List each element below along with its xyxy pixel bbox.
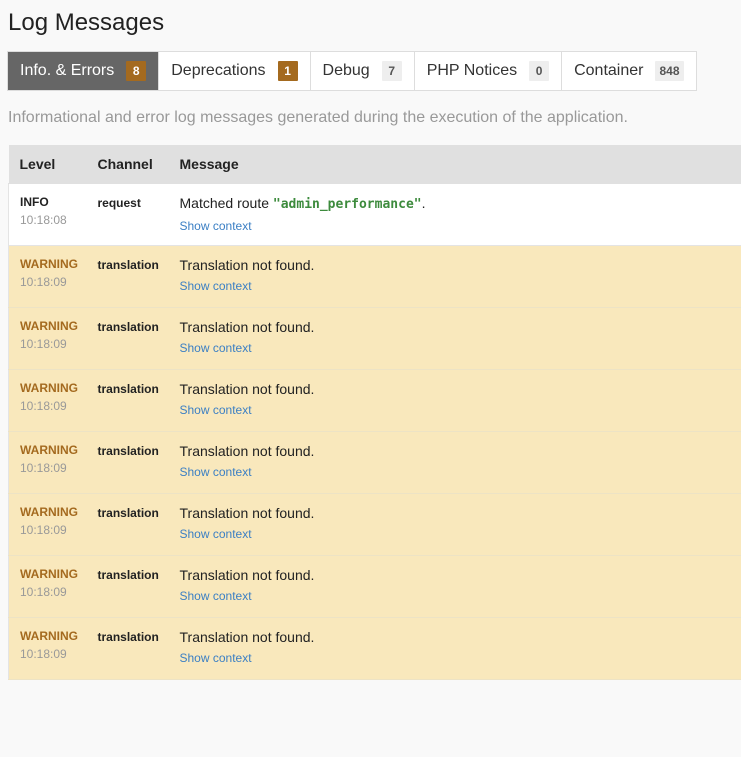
message-cell: Translation not found. Show context: [168, 307, 741, 370]
show-context-link[interactable]: Show context: [180, 526, 252, 542]
level-cell: INFO 10:18:08: [8, 183, 87, 246]
table-row: WARNING 10:18:09 translation Translation…: [8, 555, 741, 618]
table-row: INFO 10:18:08 request Matched route "adm…: [8, 183, 741, 246]
log-time: 10:18:09: [20, 460, 67, 475]
channel-cell: translation: [86, 245, 169, 308]
show-context-link[interactable]: Show context: [180, 218, 252, 234]
level-cell: WARNING 10:18:09: [8, 369, 87, 432]
page-title: Log Messages: [8, 9, 165, 36]
table-row: WARNING 10:18:09 translation Translation…: [8, 369, 741, 432]
route-name: "admin_performance": [272, 196, 422, 212]
message-cell: Translation not found. Show context: [168, 617, 741, 680]
log-time: 10:18:09: [20, 646, 67, 661]
tab-php-notices[interactable]: PHP Notices 0: [414, 52, 563, 90]
tab-info-errors[interactable]: Info. & Errors 8: [8, 52, 160, 90]
log-level: WARNING: [20, 318, 78, 333]
log-messages-table: Level Channel Message INFO 10:18:08 requ…: [8, 145, 741, 680]
column-header-message: Message: [168, 145, 741, 184]
log-message: Translation not found.: [179, 380, 315, 397]
tab-label: Deprecations: [171, 62, 266, 79]
channel-cell: request: [86, 183, 169, 246]
table-header-row: Level Channel Message: [8, 145, 741, 184]
log-level: WARNING: [20, 566, 78, 581]
tab-count-badge: 1: [277, 61, 298, 81]
log-message: Matched route "admin_performance".: [180, 194, 739, 214]
message-suffix: .: [421, 194, 426, 211]
tab-label: Debug: [322, 62, 370, 79]
show-context-link[interactable]: Show context: [180, 278, 252, 294]
column-header-channel: Channel: [86, 145, 169, 184]
log-message: Translation not found.: [179, 504, 315, 521]
channel-cell: translation: [86, 493, 169, 556]
log-message: Translation not found.: [179, 256, 315, 273]
log-level: WARNING: [20, 628, 78, 643]
tab-count-badge: 0: [529, 61, 550, 81]
log-message: Translation not found.: [179, 442, 315, 459]
level-cell: WARNING 10:18:09: [8, 493, 87, 556]
tab-label: Container: [574, 62, 644, 79]
show-context-link[interactable]: Show context: [180, 650, 252, 666]
channel-cell: translation: [86, 369, 169, 432]
show-context-link[interactable]: Show context: [180, 402, 252, 418]
level-cell: WARNING 10:18:09: [8, 431, 87, 494]
tab-debug[interactable]: Debug 7: [310, 52, 415, 90]
log-level: WARNING: [20, 256, 78, 271]
log-time: 10:18:09: [20, 522, 67, 537]
log-channel: translation: [97, 319, 159, 334]
table-row: WARNING 10:18:09 translation Translation…: [8, 245, 741, 308]
log-channel: translation: [97, 381, 159, 396]
log-level: WARNING: [20, 442, 78, 457]
table-row: WARNING 10:18:09 translation Translation…: [8, 307, 741, 370]
tab-deprecations[interactable]: Deprecations 1: [159, 52, 311, 90]
level-cell: WARNING 10:18:09: [8, 555, 87, 618]
log-time: 10:18:08: [20, 212, 67, 227]
panel-description: Informational and error log messages gen…: [8, 109, 628, 126]
log-level: WARNING: [20, 504, 78, 519]
table-row: WARNING 10:18:09 translation Translation…: [8, 431, 741, 494]
message-cell: Translation not found. Show context: [168, 245, 741, 308]
log-time: 10:18:09: [20, 336, 67, 351]
log-channel: translation: [97, 567, 159, 582]
tab-label: Info. & Errors: [20, 62, 115, 79]
log-message: Translation not found.: [179, 628, 315, 645]
tab-container[interactable]: Container 848: [562, 52, 696, 90]
channel-cell: translation: [86, 431, 169, 494]
table-row: WARNING 10:18:09 translation Translation…: [8, 617, 741, 680]
tab-count-badge: 848: [655, 61, 684, 81]
log-level: WARNING: [20, 380, 78, 395]
log-time: 10:18:09: [20, 398, 67, 413]
message-text: Matched route: [179, 194, 273, 211]
channel-cell: translation: [86, 307, 169, 370]
log-channel: request: [97, 195, 141, 210]
tab-count-badge: 8: [126, 61, 147, 81]
message-cell: Translation not found. Show context: [168, 369, 741, 432]
table-row: WARNING 10:18:09 translation Translation…: [8, 493, 741, 556]
tab-label: PHP Notices: [426, 62, 518, 79]
log-channel: translation: [97, 629, 159, 644]
level-cell: WARNING 10:18:09: [8, 307, 87, 370]
message-cell: Matched route "admin_performance". Show …: [168, 183, 741, 246]
log-channel: translation: [97, 505, 159, 520]
show-context-link[interactable]: Show context: [180, 588, 252, 604]
profiler-log-panel: Log Messages Info. & Errors 8 Deprecatio…: [0, 0, 741, 757]
log-time: 10:18:09: [20, 584, 67, 599]
column-header-level: Level: [8, 145, 87, 184]
log-time: 10:18:09: [20, 274, 67, 289]
message-cell: Translation not found. Show context: [168, 555, 741, 618]
log-channel: translation: [97, 443, 159, 458]
level-cell: WARNING 10:18:09: [8, 245, 87, 308]
channel-cell: translation: [86, 555, 169, 618]
log-message: Translation not found.: [179, 566, 315, 583]
log-tabs: Info. & Errors 8 Deprecations 1 Debug 7 …: [7, 51, 697, 91]
tab-count-badge: 7: [381, 61, 402, 81]
show-context-link[interactable]: Show context: [180, 464, 252, 480]
show-context-link[interactable]: Show context: [180, 340, 252, 356]
channel-cell: translation: [86, 617, 169, 680]
message-cell: Translation not found. Show context: [168, 493, 741, 556]
message-cell: Translation not found. Show context: [168, 431, 741, 494]
level-cell: WARNING 10:18:09: [8, 617, 87, 680]
log-level: INFO: [20, 194, 49, 209]
log-channel: translation: [97, 257, 159, 272]
log-message: Translation not found.: [179, 318, 315, 335]
